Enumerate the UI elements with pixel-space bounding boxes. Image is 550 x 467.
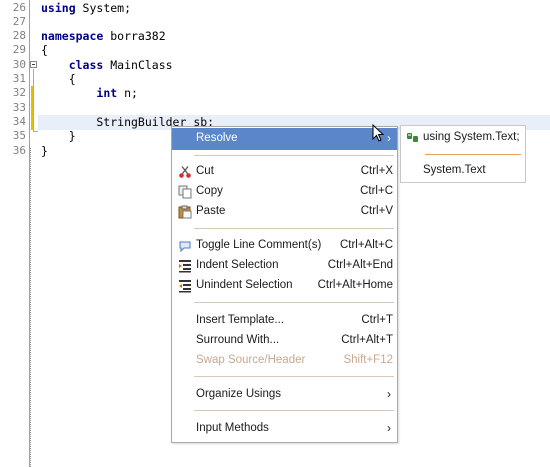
menu-item-paste[interactable]: Paste Ctrl+V [172, 202, 397, 222]
code-line[interactable]: { [41, 43, 48, 57]
line-number: 26 [12, 1, 26, 14]
menu-item-copy[interactable]: Copy Ctrl+C [172, 182, 397, 202]
line-number: 30 [12, 58, 26, 71]
menu-item-input-methods[interactable]: Input Methods › [172, 419, 397, 439]
line-number: 29 [12, 43, 26, 56]
fold-guide-end [33, 131, 38, 132]
chevron-right-icon: › [387, 387, 391, 401]
context-menu: Resolve › Cut Ctrl+X Copy Ctrl+C Paste C… [171, 126, 398, 443]
menu-separator [194, 302, 394, 303]
copy-icon [178, 185, 192, 199]
chevron-right-icon: › [387, 131, 391, 145]
unindent-icon [179, 280, 191, 293]
margin-guide [30, 148, 32, 467]
submenu-item-system-text[interactable]: System.Text [423, 164, 486, 176]
code-line[interactable]: { [41, 72, 76, 86]
menu-item-unindent[interactable]: Unindent Selection Ctrl+Alt+Home [172, 276, 397, 296]
menu-separator [194, 228, 394, 229]
line-number: 27 [12, 15, 26, 28]
line-number: 35 [12, 129, 26, 142]
menu-item-surround-with[interactable]: Surround With... Ctrl+Alt+T [172, 331, 397, 351]
code-line[interactable]: namespace borra382 [41, 29, 166, 43]
submenu-separator [425, 154, 521, 155]
fold-toggle-icon[interactable] [30, 61, 37, 68]
mouse-cursor-icon [372, 124, 385, 142]
code-line[interactable]: } [41, 144, 48, 158]
code-line[interactable]: class MainClass [41, 58, 173, 72]
paste-icon [178, 205, 192, 219]
line-number: 31 [12, 72, 26, 85]
scissors-icon [179, 166, 191, 178]
menu-item-swap-source-header: Swap Source/Header Shift+F12 [196, 354, 393, 366]
comment-icon [179, 241, 191, 253]
menu-separator [194, 410, 394, 411]
fold-guide [33, 69, 34, 131]
line-number: 28 [12, 29, 26, 42]
code-line[interactable]: } [41, 129, 76, 143]
menu-item-insert-template[interactable]: Insert Template... Ctrl+T [172, 311, 397, 331]
menu-item-resolve[interactable]: Resolve › [172, 128, 397, 150]
menu-item-organize-usings[interactable]: Organize Usings › [172, 385, 397, 405]
namespace-icon [407, 133, 418, 142]
submenu-item-using-system-text[interactable]: using System.Text; [423, 131, 520, 143]
menu-item-toggle-comment[interactable]: Toggle Line Comment(s) Ctrl+Alt+C [172, 236, 397, 256]
menu-item-indent[interactable]: Indent Selection Ctrl+Alt+End [172, 256, 397, 276]
code-line[interactable]: int n; [41, 86, 138, 100]
code-line[interactable]: using System; [41, 1, 131, 15]
menu-separator [194, 376, 394, 377]
chevron-right-icon: › [387, 421, 391, 435]
line-number: 33 [12, 101, 26, 114]
line-number: 32 [12, 86, 26, 99]
menu-separator [194, 155, 394, 156]
indent-icon [179, 260, 191, 273]
line-number: 36 [12, 144, 26, 157]
line-number: 34 [12, 115, 26, 128]
menu-item-cut[interactable]: Cut Ctrl+X [172, 162, 397, 182]
line-number-gutter: 26 27 28 29 30 31 32 33 34 35 36 [0, 0, 26, 467]
resolve-submenu: using System.Text; System.Text [400, 125, 526, 183]
